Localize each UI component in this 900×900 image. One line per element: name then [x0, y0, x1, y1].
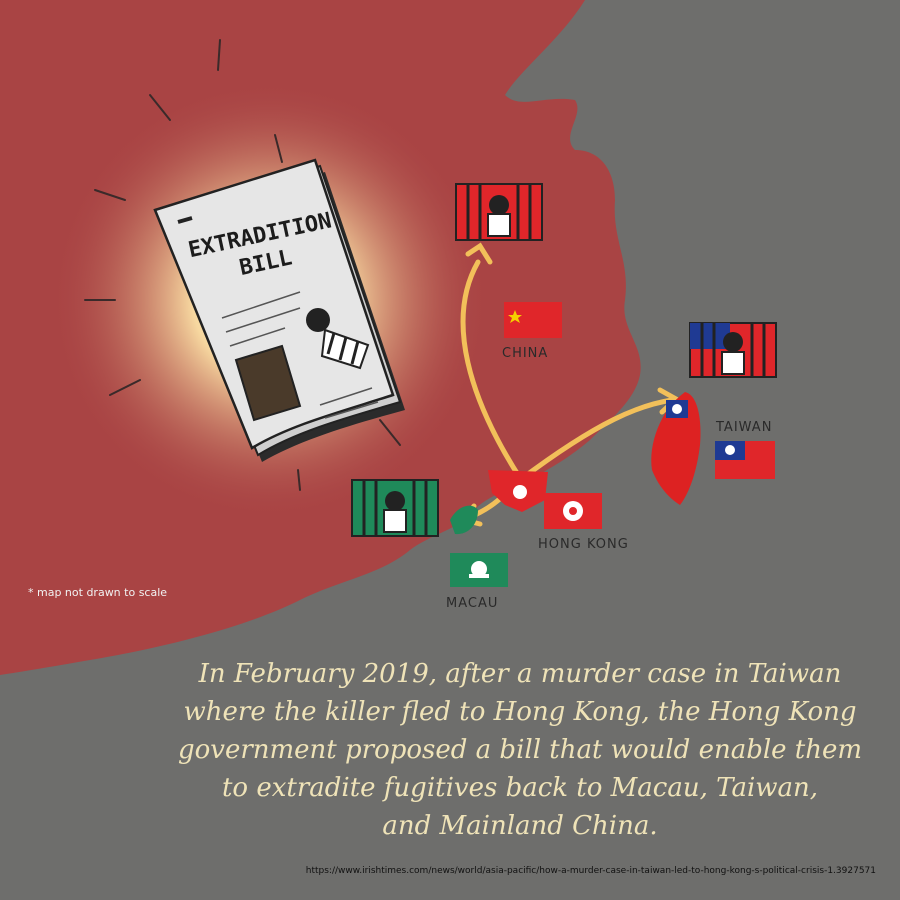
caption-line5: and Mainland China.	[382, 811, 658, 841]
macau-label: MACAU	[446, 596, 499, 611]
macau-jail-cell	[351, 479, 439, 537]
taiwan-label: TAIWAN	[716, 420, 773, 435]
hong-kong-label: HONG KONG	[538, 537, 629, 552]
scale-note: * map not drawn to scale	[28, 586, 168, 599]
caption-line1: In February 2019, after a murder case in…	[198, 659, 842, 689]
caption-line2: where the killer fled to Hong Kong, the …	[183, 697, 857, 727]
china-flag	[504, 302, 562, 338]
taiwan-flag	[715, 441, 775, 479]
caption-line3: government proposed a bill that would en…	[177, 735, 863, 765]
caption: In February 2019, after a murder case in…	[150, 655, 890, 845]
taiwan-jail-cell	[689, 322, 777, 378]
illustration: EXTRADITION BILL CHINA TAIWAN HONG KONG …	[0, 0, 900, 900]
china-label: CHINA	[502, 346, 549, 361]
macau-flag	[450, 553, 508, 587]
china-jail-cell	[455, 183, 543, 241]
hong-kong-flag	[544, 493, 602, 529]
source-url: https://www.irishtimes.com/news/world/as…	[305, 866, 876, 876]
caption-line4: to extradite fugitives back to Macau, Ta…	[221, 773, 819, 803]
